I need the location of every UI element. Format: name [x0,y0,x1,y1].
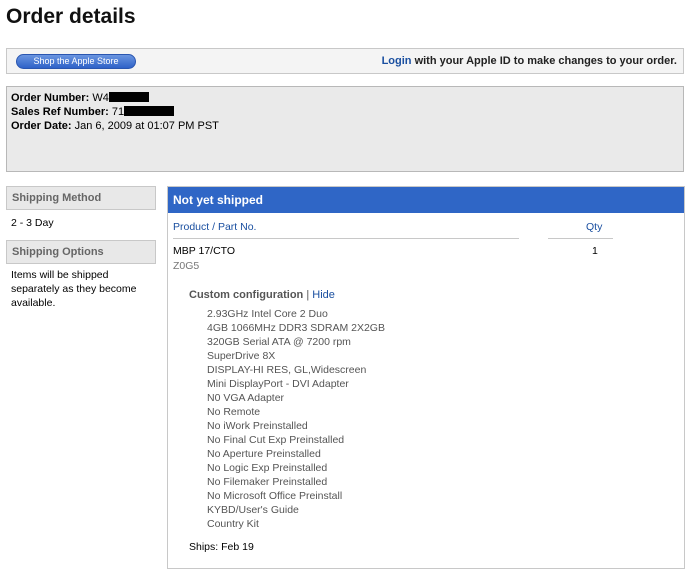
config-item: No iWork Preinstalled [207,420,308,432]
order-summary-box: Order Number: W4 Sales Ref Number: 71 Or… [6,86,684,172]
order-number-redaction [108,92,149,102]
custom-configuration-heading: Custom configuration | Hide [189,289,335,301]
config-item: KYBD/User's Guide [207,504,299,516]
qty-header-divider [548,238,613,239]
top-bar: Shop the Apple Store Login with your App… [6,48,684,74]
order-number-label: Order Number: [11,92,90,104]
config-item: N0 VGA Adapter [207,392,285,404]
config-item: No Final Cut Exp Preinstalled [207,434,345,446]
config-item: 4GB 1066MHz DDR3 SDRAM 2X2GB [207,322,385,334]
shipping-options-heading: Shipping Options [6,240,156,264]
order-number-row: Order Number: W4 [11,91,679,105]
config-item: Country Kit [207,518,259,530]
config-item: 320GB Serial ATA @ 7200 rpm [207,336,351,348]
product-column-header[interactable]: Product / Part No. [173,221,256,233]
sales-ref-value: 71 [111,106,125,118]
config-item: Mini DisplayPort - DVI Adapter [207,378,349,390]
qty-column-header[interactable]: Qty [586,221,602,233]
ship-date: Ships: Feb 19 [189,541,254,553]
config-item: No Logic Exp Preinstalled [207,462,328,474]
login-prompt: Login with your Apple ID to make changes… [382,55,677,67]
order-date-label: Order Date: [11,120,72,132]
shipping-options-text: Items will be shipped separately as they… [11,269,137,309]
order-date-row: Order Date: Jan 6, 2009 at 01:07 PM PST [11,119,679,133]
shipment-status-header: Not yet shipped [168,187,684,213]
custom-configuration-label: Custom configuration [189,289,304,301]
shipping-method-value: 2 - 3 Day [11,217,54,229]
shipping-method-heading: Shipping Method [6,186,156,210]
config-item: 2.93GHz Intel Core 2 Duo [207,308,328,320]
config-item: No Remote [207,406,261,418]
sales-ref-row: Sales Ref Number: 71 [11,105,679,119]
login-prompt-text: with your Apple ID to make changes to yo… [411,55,677,67]
order-date-value: Jan 6, 2009 at 01:07 PM PST [74,120,219,132]
quantity-value: 1 [592,245,598,257]
product-name: MBP 17/CTO [173,245,236,257]
page-title: Order details [6,5,136,28]
config-item: No Filemaker Preinstalled [207,476,328,488]
shop-apple-store-button[interactable]: Shop the Apple Store [16,54,136,69]
config-separator: | [303,289,313,301]
config-item: SuperDrive 8X [207,350,276,362]
config-item: No Microsoft Office Preinstall [207,490,343,502]
sales-ref-label: Sales Ref Number: [11,106,109,118]
config-item: DISPLAY-HI RES, GL,Widescreen [207,364,367,376]
order-number-value: W4 [92,92,109,104]
login-link[interactable]: Login [382,55,412,67]
configuration-list: 2.93GHz Intel Core 2 Duo 4GB 1066MHz DDR… [207,307,385,531]
part-number: Z0G5 [173,260,200,272]
config-item: No Aperture Preinstalled [207,448,321,460]
shipment-panel: Not yet shipped Product / Part No. Qty M… [167,186,685,569]
product-header-divider [173,238,519,239]
sales-ref-redaction [124,106,175,116]
hide-config-link[interactable]: Hide [312,289,335,301]
